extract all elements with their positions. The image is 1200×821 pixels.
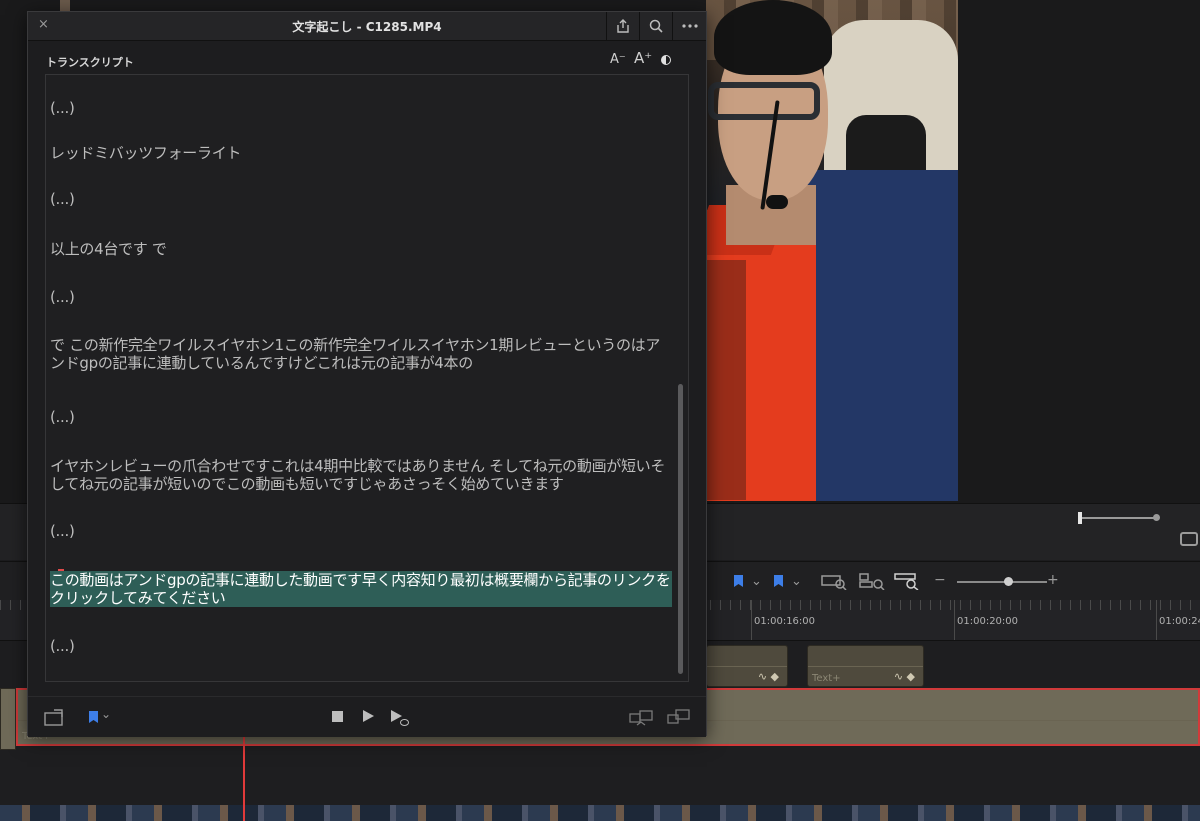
text-clip[interactable]: ∿ ◆ — [706, 645, 788, 687]
search-button[interactable] — [639, 12, 672, 40]
share-icon — [617, 19, 629, 33]
text-clip[interactable] — [0, 688, 16, 750]
preview-shadow — [706, 260, 746, 500]
font-increase-button[interactable]: A⁺ — [634, 49, 652, 67]
transcript-paragraph[interactable]: (...) — [50, 408, 672, 426]
transcript-paragraph[interactable]: (...) — [50, 190, 672, 208]
clip-divider — [707, 666, 787, 667]
insert-to-timeline-icon[interactable] — [629, 709, 653, 727]
transcript-paragraph[interactable]: (...) — [50, 99, 672, 117]
jog-track[interactable] — [1082, 517, 1157, 519]
transcript-paragraph[interactable]: (...) — [50, 288, 672, 306]
transcript-paragraph[interactable]: で この新作完全ワイルスイヤホン1この新作完全ワイルスイヤホン1期レビューという… — [50, 336, 672, 372]
video-track-thumbnails[interactable] — [0, 805, 1200, 821]
zoom-full-icon[interactable] — [821, 572, 847, 590]
playhead[interactable] — [243, 735, 245, 821]
ruler-mark — [751, 600, 752, 640]
section-title: トランスクリプト — [46, 56, 134, 69]
contrast-icon[interactable] — [661, 55, 671, 65]
search-icon — [649, 19, 663, 33]
transcript-header: トランスクリプト A⁻ A⁺ — [28, 41, 706, 73]
clip-keyframe-icon: ∿ ◆ — [893, 670, 915, 683]
transcript-paragraph[interactable]: イヤホンレビューの爪合わせですこれは4期中比較ではありません そしてね元の動画が… — [50, 457, 672, 493]
stop-button[interactable] — [332, 711, 343, 722]
preview-glasses — [708, 82, 820, 120]
transcript-paragraph[interactable]: レッドミバッツフォーライト — [50, 144, 672, 162]
append-to-timeline-icon[interactable] — [667, 709, 691, 727]
zoom-in-icon[interactable]: + — [1047, 572, 1059, 588]
clip-keyframe-icon: ∿ ◆ — [757, 670, 779, 683]
marker-icon[interactable] — [774, 575, 783, 587]
export-button[interactable] — [606, 12, 639, 40]
preview-hair — [714, 0, 832, 75]
timecode-label: 01:00:24:0 — [1159, 616, 1200, 627]
transcript-paragraph[interactable]: (...) — [50, 522, 672, 540]
transcript-text-area[interactable]: (...) レッドミバッツフォーライト (...) 以上の4台です で (...… — [45, 74, 689, 682]
zoom-slider-track[interactable] — [957, 581, 1047, 583]
chevron-down-icon[interactable]: ⌄ — [791, 574, 802, 589]
chevron-down-icon[interactable]: ⌄ — [751, 574, 762, 589]
text-clip[interactable]: Text+ ∿ ◆ — [807, 645, 924, 687]
more-button[interactable] — [672, 12, 707, 40]
transcript-paragraph[interactable]: 以上の4台です で — [50, 240, 672, 258]
transcript-paragraph-current[interactable]: この動画はアンドgpの記事に連動した動画です早く内容知り最初は概要欄から記事のリ… — [50, 571, 672, 607]
text-cursor — [58, 569, 64, 571]
transcript-controls: ⌄ — [28, 696, 706, 737]
loop-icon — [400, 719, 409, 726]
loop-icon[interactable] — [1180, 532, 1198, 546]
window-title: 文字起こし - C1285.MP4 — [292, 20, 442, 34]
play-button[interactable] — [363, 710, 374, 722]
jog-handle[interactable] — [1078, 512, 1082, 524]
clip-divider — [808, 666, 923, 667]
clip-label: Text+ — [812, 673, 841, 684]
transcript-scrollbar[interactable] — [678, 384, 683, 674]
zoom-out-icon[interactable]: − — [934, 572, 946, 588]
flag-icon[interactable] — [734, 575, 743, 587]
font-decrease-button[interactable]: A⁻ — [610, 52, 626, 67]
jog-end-dot[interactable] — [1153, 514, 1160, 521]
transcription-window: × 文字起こし - C1285.MP4 トランスクリプト A⁻ A⁺ (...)… — [27, 11, 707, 737]
preview-mic — [766, 195, 788, 209]
transcript-paragraph[interactable]: (...) — [50, 637, 672, 655]
ruler-mark — [1156, 600, 1157, 640]
insert-clip-icon[interactable] — [44, 709, 66, 727]
more-options-icon — [682, 24, 698, 28]
zoom-custom-icon[interactable] — [894, 572, 920, 590]
timecode-label: 01:00:20:00 — [957, 616, 1019, 627]
zoom-detail-icon[interactable] — [859, 572, 885, 590]
video-preview[interactable] — [706, 0, 958, 501]
chevron-down-icon[interactable]: ⌄ — [101, 707, 111, 721]
window-titlebar[interactable]: × 文字起こし - C1285.MP4 — [28, 12, 706, 41]
timecode-label: 01:00:16:00 — [754, 616, 816, 627]
marker-icon[interactable] — [89, 711, 98, 723]
zoom-slider-handle[interactable] — [1004, 577, 1013, 586]
ruler-mark — [954, 600, 955, 640]
